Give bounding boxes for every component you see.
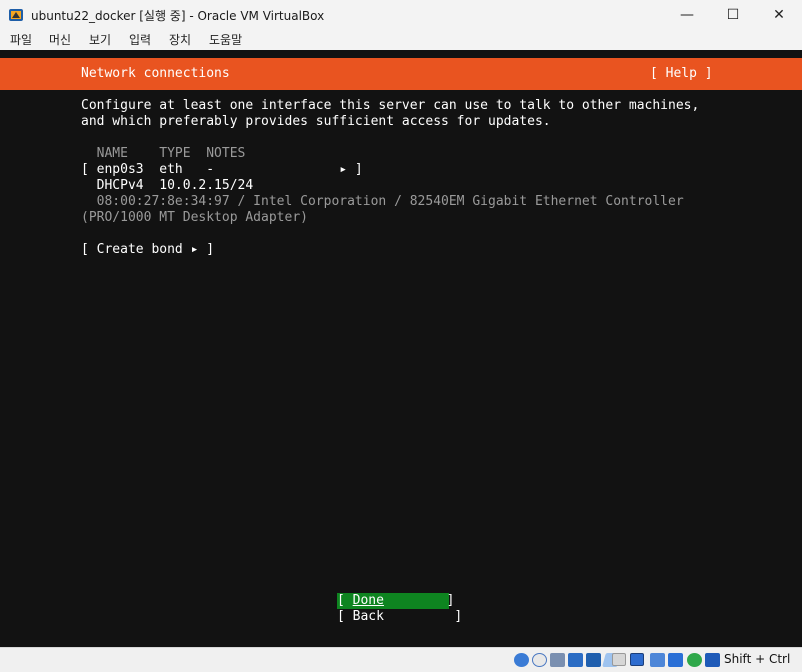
done-button[interactable]: [ Done ] [337,593,454,609]
host-key-label: Shift + Ctrl [724,652,791,666]
interface-row-enp0s3[interactable]: [ enp0s3 eth - ▸ ] [81,162,363,177]
close-icon: ✕ [773,7,785,23]
window-titlebar: ubuntu22_docker [실행 중] - Oracle VM Virtu… [0,0,802,30]
mouse-integration-icon[interactable] [687,653,702,667]
virtualbox-app-icon [9,9,23,21]
menu-machine[interactable]: 머신 [49,31,71,48]
interface-columns-header: NAME TYPE NOTES [81,146,246,161]
hdd-icon[interactable] [514,653,529,667]
back-button[interactable]: [ Back ] [337,609,462,625]
recording-icon[interactable] [630,653,644,666]
network-icon[interactable] [568,653,583,667]
maximize-icon: ☐ [726,7,740,23]
description-line-2: and which preferably provides sufficient… [81,114,551,129]
minimize-button[interactable]: — [664,0,710,30]
cpu-icon[interactable] [668,653,683,667]
vm-statusbar: Shift + Ctrl [0,647,802,672]
done-bracket-right: ] [383,593,455,608]
display-icon[interactable] [612,653,626,666]
minimize-icon: — [680,7,694,23]
hardware-info-line-1: 08:00:27:8e:34:97 / Intel Corporation / … [81,194,684,209]
description-line-1: Configure at least one interface this se… [81,98,700,113]
menu-bar: 파일 머신 보기 입력 장치 도움말 [0,30,802,50]
vm-console[interactable]: Network connections [ Help ] Configure a… [0,50,802,647]
done-bracket-left: [ [337,593,353,608]
done-label: Done [352,593,384,608]
close-button[interactable]: ✕ [756,0,802,30]
window-title: ubuntu22_docker [실행 중] - Oracle VM Virtu… [31,9,325,23]
host-key-icon[interactable] [705,653,720,667]
maximize-button[interactable]: ☐ [710,0,756,30]
menu-devices[interactable]: 장치 [169,31,191,48]
page-title: Network connections [81,66,230,81]
usb-icon[interactable] [586,653,601,667]
hardware-info-line-2: (PRO/1000 MT Desktop Adapter) [81,210,308,225]
menu-file[interactable]: 파일 [10,31,32,48]
installer-header: Network connections [ Help ] [0,58,802,90]
dhcp-address-row: DHCPv4 10.0.2.15/24 [81,178,254,193]
help-button[interactable]: [ Help ] [650,66,713,81]
audio-icon[interactable] [550,653,565,667]
menu-input[interactable]: 입력 [129,31,151,48]
create-bond-button[interactable]: [ Create bond ▸ ] [81,242,214,257]
vm-state-icon[interactable] [650,653,665,667]
menu-view[interactable]: 보기 [89,31,111,48]
optical-drive-icon[interactable] [532,653,547,667]
menu-help[interactable]: 도움말 [209,31,242,48]
